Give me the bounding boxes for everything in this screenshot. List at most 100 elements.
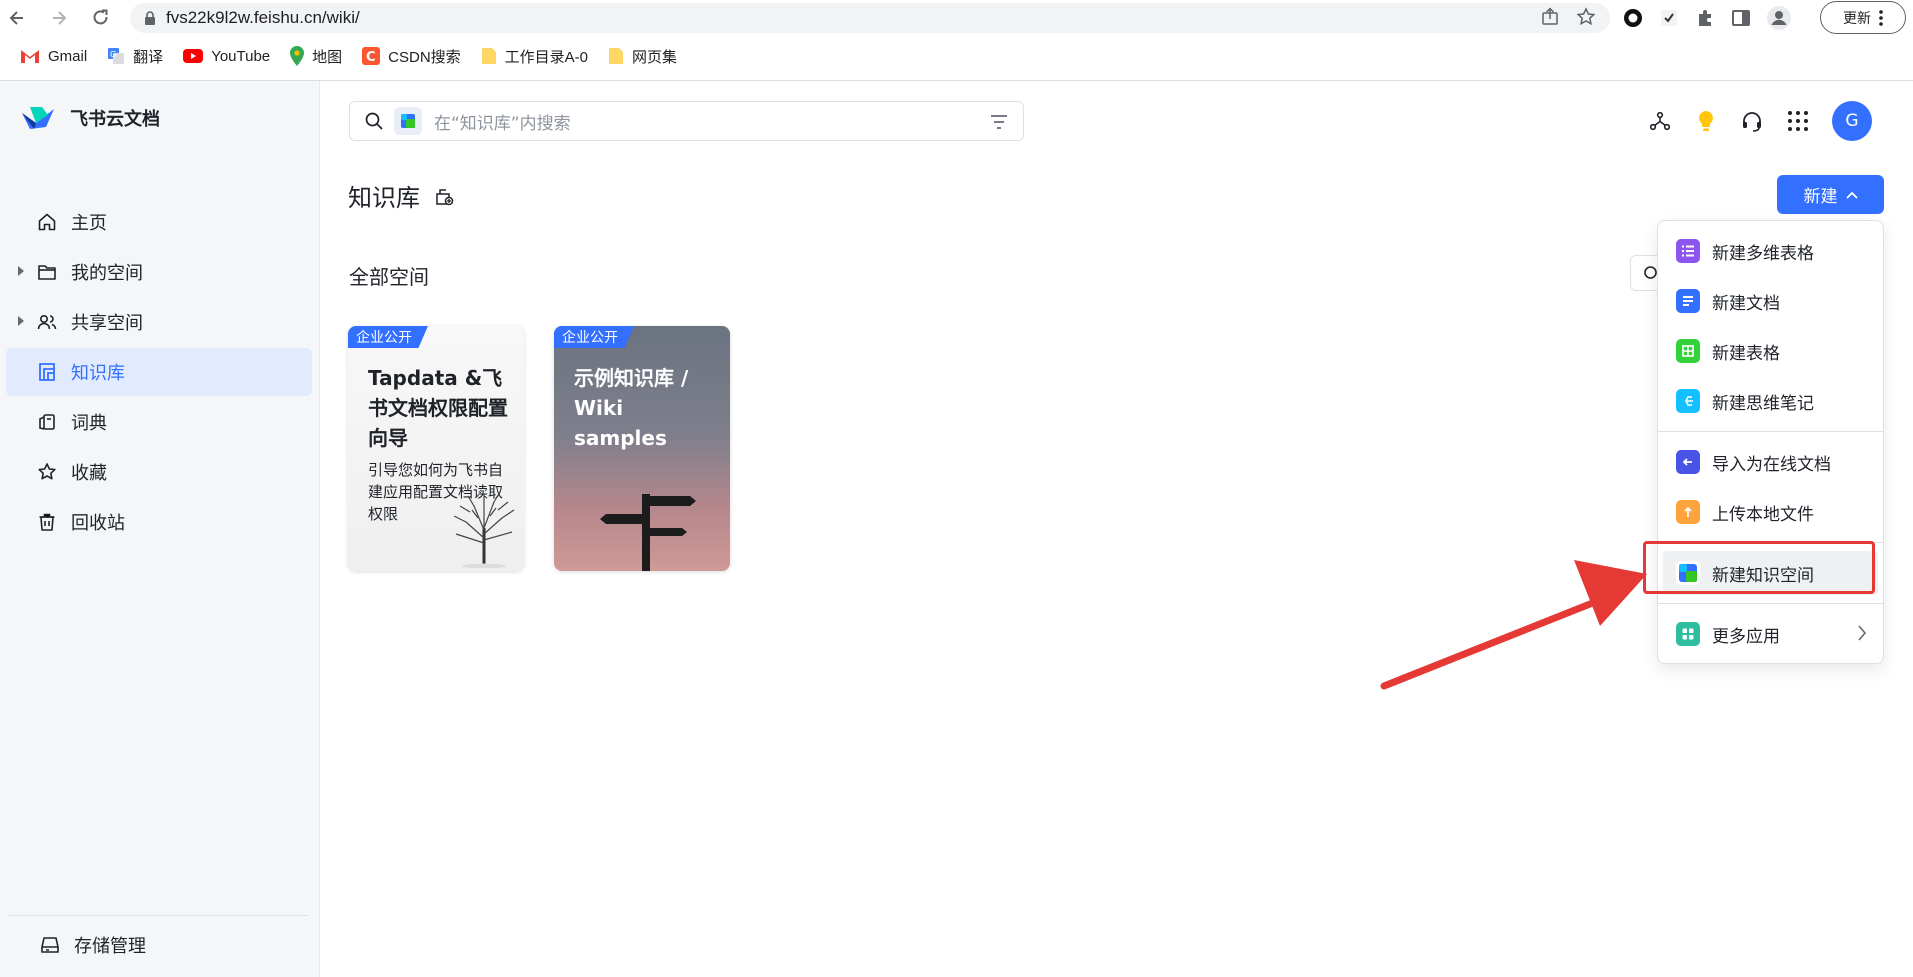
trash-icon <box>39 513 55 531</box>
new-button[interactable]: 新建 <box>1777 175 1884 214</box>
menu-item-import[interactable]: 导入为在线文档 <box>1658 440 1883 484</box>
apps-grid-icon[interactable] <box>1786 109 1810 133</box>
app-logo[interactable]: 飞书云文档 <box>20 103 160 133</box>
maps-icon <box>290 46 305 66</box>
folder-icon <box>481 48 496 64</box>
bookmarks-bar: Gmail G 翻译 YouTube 地图 C CSDN搜索 工作目录A-0 网… <box>0 41 1913 71</box>
sidebar-item-dictionary[interactable]: 词典 <box>6 398 312 446</box>
menu-item-new-mindnote[interactable]: 新建思维笔记 <box>1658 379 1883 423</box>
storage-management[interactable]: 存储管理 <box>40 932 146 958</box>
bookmark-gmail[interactable]: Gmail <box>10 43 97 69</box>
dictionary-icon <box>39 414 55 430</box>
menu-item-label: 新建思维笔记 <box>1712 393 1814 414</box>
csdn-icon: C <box>362 47 381 65</box>
extensions-puzzle-icon[interactable] <box>1694 7 1716 29</box>
expand-caret-icon[interactable] <box>18 266 24 276</box>
sidebar-item-label: 回收站 <box>71 513 125 534</box>
sidebar-item-home[interactable]: 主页 <box>6 198 312 246</box>
menu-item-new-sheet[interactable]: 新建表格 <box>1658 329 1883 373</box>
section-title: 全部空间 <box>349 265 429 289</box>
sidebar-item-my-space[interactable]: 我的空间 <box>6 248 312 296</box>
browser-toolbar: fvs22k9l2w.feishu.cn/wiki/ 更新 <box>0 0 1913 36</box>
share-icon[interactable] <box>1540 7 1560 27</box>
signpost-illustration <box>600 494 696 571</box>
storage-label: 存储管理 <box>74 936 146 957</box>
chevron-right-icon <box>1858 625 1867 641</box>
bookmark-star-icon[interactable] <box>1576 7 1596 27</box>
avatar[interactable]: G <box>1832 101 1872 141</box>
new-button-label: 新建 <box>1803 187 1838 207</box>
filter-icon[interactable] <box>989 112 1009 132</box>
bookmark-label: 网页集 <box>632 48 678 66</box>
sidebar-item-trash[interactable]: 回收站 <box>6 498 312 546</box>
more-vert-icon <box>1879 9 1883 26</box>
reload-icon[interactable] <box>88 5 114 31</box>
network-icon[interactable] <box>1648 109 1672 133</box>
header-actions: G <box>1648 101 1872 141</box>
forward-icon[interactable] <box>46 5 72 31</box>
bookmark-youtube[interactable]: YouTube <box>173 43 280 69</box>
chevron-up-icon <box>1845 191 1858 199</box>
doc-icon <box>1676 289 1700 313</box>
sheet-icon <box>1676 339 1700 363</box>
expand-caret-icon[interactable] <box>18 316 24 326</box>
page-title: 知识库 <box>348 178 454 213</box>
bookmark-label: CSDN搜索 <box>388 48 461 66</box>
menu-item-label: 上传本地文件 <box>1712 504 1814 525</box>
svg-text:G: G <box>110 50 116 59</box>
bookmark-label: 地图 <box>312 48 343 66</box>
sidebar-item-wiki[interactable]: 知识库 <box>6 348 312 396</box>
extension-check-icon[interactable] <box>1658 7 1680 29</box>
menu-item-label: 新建文档 <box>1712 293 1780 314</box>
import-icon <box>1676 450 1700 474</box>
gmail-icon <box>21 50 39 63</box>
home-icon <box>38 213 56 231</box>
wiki-icon <box>39 363 55 381</box>
youtube-icon <box>183 49 204 63</box>
menu-divider <box>1658 603 1883 604</box>
back-icon[interactable] <box>4 5 30 31</box>
bookmark-label: YouTube <box>211 47 271 65</box>
bookmark-folder-work[interactable]: 工作目录A-0 <box>471 43 598 69</box>
bookmark-translate[interactable]: G 翻译 <box>97 43 173 69</box>
headset-icon[interactable] <box>1740 109 1764 133</box>
menu-item-more-apps[interactable]: 更多应用 <box>1658 612 1883 656</box>
sidebar-nav: 主页 我的空间 共享空间 知识库 词典 收藏 回收站 <box>0 196 320 548</box>
feishu-logo-icon <box>22 107 54 129</box>
wiki-space-card[interactable]: 企业公开 Tapdata &飞书文档权限配置向导 引导您如何为飞书自建应用配置文… <box>348 326 524 571</box>
wiki-space-card[interactable]: 企业公开 示例知识库 / Wiki samples <box>554 326 730 571</box>
bitable-icon <box>1676 239 1700 263</box>
menu-item-new-bitable[interactable]: 新建多维表格 <box>1658 229 1883 273</box>
bookmark-folder-web[interactable]: 网页集 <box>598 43 687 69</box>
bookmark-csdn[interactable]: C CSDN搜索 <box>352 43 471 69</box>
address-bar[interactable]: fvs22k9l2w.feishu.cn/wiki/ <box>130 3 1610 33</box>
update-button[interactable]: 更新 <box>1820 1 1906 34</box>
bookmark-label: 工作目录A-0 <box>504 48 589 66</box>
menu-item-new-doc[interactable]: 新建文档 <box>1658 279 1883 323</box>
space-scope-icon[interactable] <box>394 107 422 135</box>
page-title-text: 知识库 <box>348 184 420 212</box>
new-dropdown-menu: 新建多维表格 新建文档 新建表格 新建思维笔记 导入为在线文档 上传本地文件 新… <box>1657 220 1884 664</box>
translate-icon: G <box>108 48 125 64</box>
bookmark-maps[interactable]: 地图 <box>280 43 352 69</box>
menu-item-upload[interactable]: 上传本地文件 <box>1658 490 1883 534</box>
menu-item-label: 导入为在线文档 <box>1712 454 1831 475</box>
sidebar-item-label: 收藏 <box>71 463 107 484</box>
url-text: fvs22k9l2w.feishu.cn/wiki/ <box>166 8 360 27</box>
storage-icon <box>41 937 59 953</box>
search-icon <box>365 112 383 130</box>
visibility-badge: 企业公开 <box>348 326 428 348</box>
wiki-settings-icon[interactable] <box>434 186 454 206</box>
menu-item-label: 新建多维表格 <box>1712 243 1814 264</box>
sidepanel-icon[interactable] <box>1730 7 1752 29</box>
lightbulb-icon[interactable] <box>1694 109 1718 133</box>
extension-circle-icon[interactable] <box>1622 7 1644 29</box>
search-input[interactable]: 在“知识库”内搜索 <box>349 101 1024 141</box>
apps-icon <box>1676 622 1700 646</box>
visibility-badge: 企业公开 <box>554 326 634 348</box>
sidebar-item-favorites[interactable]: 收藏 <box>6 448 312 496</box>
sidebar-item-label: 知识库 <box>71 363 125 384</box>
profile-icon[interactable] <box>1766 5 1792 31</box>
sidebar-item-shared-space[interactable]: 共享空间 <box>6 298 312 346</box>
wiki-space-title: 示例知识库 / Wiki samples <box>574 366 689 450</box>
